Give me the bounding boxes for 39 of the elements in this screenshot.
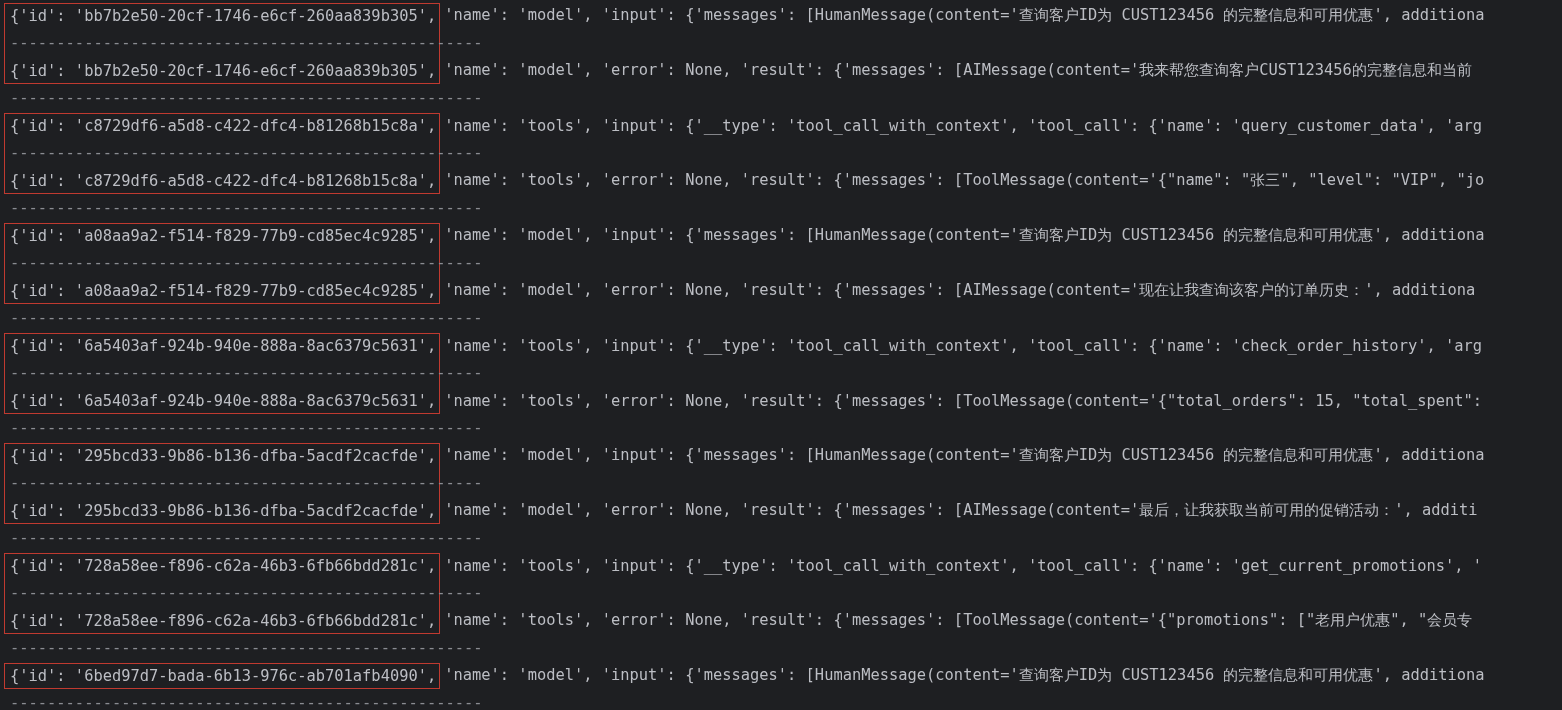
log-line: 'name': 'tools', 'input': {'__type': 'tool_call_with_context', 'tool_call': {'name': 'check_order_history', 'arg <box>443 336 1483 355</box>
separator-line: --------------------------------------------------- <box>9 254 484 273</box>
log-line: 'name': 'model', 'error': None, 'result': {'messages': [AIMessage(content='现在让我查询该客户的订单历史：', additiona <box>443 280 1477 302</box>
log-id: {'id': 'c8729df6-a5d8-c422-dfc4-b81268b15c8a', <box>9 116 438 135</box>
log-line: 'name': 'model', 'error': None, 'result': {'messages': [AIMessage(content='最后，让我获取当前可用的促销活动：', additi <box>443 500 1479 522</box>
separator-line: --------------------------------------------------- <box>9 89 484 108</box>
separator-line: --------------------------------------------------- <box>9 419 484 438</box>
log-line: 'name': 'tools', 'input': {'__type': 'tool_call_with_context', 'tool_call': {'name': 'get_current_promotions', ' <box>443 556 1483 575</box>
log-id: {'id': '728a58ee-f896-c62a-46b3-6fb66bdd281c', <box>9 611 438 630</box>
separator-line: --------------------------------------------------- <box>9 694 484 710</box>
separator-line: --------------------------------------------------- <box>9 639 484 658</box>
log-id: {'id': 'bb7b2e50-20cf-1746-e6cf-260aa839b305', <box>9 6 438 25</box>
separator-line: --------------------------------------------------- <box>9 34 484 53</box>
separator-line: --------------------------------------------------- <box>9 474 484 493</box>
log-id: {'id': 'bb7b2e50-20cf-1746-e6cf-260aa839b305', <box>9 61 438 80</box>
log-id: {'id': '295bcd33-9b86-b136-dfba-5acdf2cacfde', <box>9 446 438 465</box>
log-line: 'name': 'tools', 'error': None, 'result': {'messages': [ToolMessage(content='{"name": "张三", "level": "VIP", "jo <box>443 170 1485 192</box>
log-line: 'name': 'model', 'input': {'messages': [HumanMessage(content='查询客户ID为 CUST123456 的完整信息和可用优惠', additiona <box>443 225 1485 247</box>
separator-line: --------------------------------------------------- <box>9 529 484 548</box>
log-id: {'id': '6bed97d7-bada-6b13-976c-ab701afb4090', <box>9 666 438 685</box>
separator-line: --------------------------------------------------- <box>9 144 484 163</box>
log-id: {'id': '295bcd33-9b86-b136-dfba-5acdf2cacfde', <box>9 501 438 520</box>
log-line: 'name': 'model', 'input': {'messages': [HumanMessage(content='查询客户ID为 CUST123456 的完整信息和可用优惠', additiona <box>443 445 1485 467</box>
log-line: 'name': 'model', 'error': None, 'result': {'messages': [AIMessage(content='我来帮您查询客户CUST123456的完整信息和当前 <box>443 60 1473 82</box>
log-line: 'name': 'tools', 'error': None, 'result': {'messages': [ToolMessage(content='{"promotions": ["老用户优惠", "会员专 <box>443 610 1474 632</box>
log-line: 'name': 'tools', 'input': {'__type': 'tool_call_with_context', 'tool_call': {'name': 'query_customer_data', 'arg <box>443 116 1484 135</box>
log-id: {'id': '728a58ee-f896-c62a-46b3-6fb66bdd281c', <box>9 556 438 575</box>
separator-line: --------------------------------------------------- <box>9 584 484 603</box>
separator-line: --------------------------------------------------- <box>9 309 484 328</box>
log-line: 'name': 'tools', 'error': None, 'result': {'messages': [ToolMessage(content='{"total_orders": 15, "total_spent": <box>443 391 1483 410</box>
log-id: {'id': 'a08aa9a2-f514-f829-77b9-cd85ec4c9285', <box>9 226 438 245</box>
log-line: 'name': 'model', 'input': {'messages': [HumanMessage(content='查询客户ID为 CUST123456 的完整信息和可用优惠', additiona <box>443 665 1485 687</box>
log-id: {'id': '6a5403af-924b-940e-888a-8ac6379c5631', <box>9 336 438 355</box>
log-line: 'name': 'model', 'input': {'messages': [HumanMessage(content='查询客户ID为 CUST123456 的完整信息和可用优惠', additiona <box>443 5 1485 27</box>
log-id: {'id': 'a08aa9a2-f514-f829-77b9-cd85ec4c9285', <box>9 281 438 300</box>
log-id: {'id': 'c8729df6-a5d8-c422-dfc4-b81268b15c8a', <box>9 171 438 190</box>
log-id: {'id': '6a5403af-924b-940e-888a-8ac6379c5631', <box>9 391 438 410</box>
separator-line: --------------------------------------------------- <box>9 199 484 218</box>
separator-line: --------------------------------------------------- <box>9 364 484 383</box>
